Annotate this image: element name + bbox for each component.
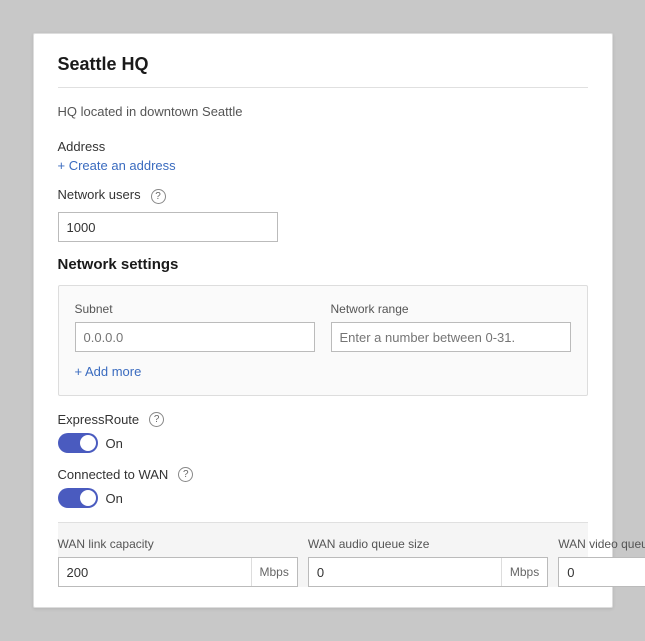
connected-to-wan-label: Connected to WAN [58,467,169,482]
network-users-help-icon[interactable]: ? [151,189,166,204]
wan-link-capacity-input-wrap: Mbps [58,557,298,587]
wan-audio-queue-unit: Mbps [501,558,547,586]
wan-link-capacity-label: WAN link capacity [58,537,308,551]
wan-audio-queue-input-wrap: Mbps [308,557,548,587]
wan-video-queue-label: WAN video queue size [558,537,645,551]
subnet-field: Subnet [75,302,315,352]
wan-link-capacity-field: WAN link capacity Mbps [58,537,308,587]
wan-fields-row: WAN link capacity Mbps WAN audio queue s… [58,537,588,587]
address-label: Address [58,139,588,154]
connected-to-wan-help-icon[interactable]: ? [178,467,193,482]
network-settings-heading: Network settings [58,256,588,273]
network-users-input[interactable] [58,212,278,242]
network-range-label: Network range [331,302,571,316]
network-range-field: Network range [331,302,571,352]
card-title: Seattle HQ [58,54,588,75]
network-users-label: Network users [58,187,141,202]
network-users-section: Network users ? [58,187,588,242]
wan-video-queue-input-wrap: Mbps [558,557,645,587]
wan-audio-queue-field: WAN audio queue size Mbps [308,537,558,587]
address-section: Address + Create an address [58,139,588,173]
add-more-link[interactable]: + Add more [75,364,142,379]
express-route-label: ExpressRoute [58,412,140,427]
title-divider [58,87,588,88]
wan-audio-queue-input[interactable] [309,558,501,586]
express-route-help-icon[interactable]: ? [149,412,164,427]
wan-video-queue-input[interactable] [559,558,645,586]
connected-to-wan-section: Connected to WAN ? On [58,467,588,508]
card-subtitle: HQ located in downtown Seattle [58,104,588,119]
create-address-link[interactable]: + Create an address [58,158,176,173]
subnet-label: Subnet [75,302,315,316]
connected-to-wan-status: On [106,491,123,506]
express-route-toggle[interactable] [58,433,98,453]
subnet-input[interactable] [75,322,315,352]
wan-audio-queue-label: WAN audio queue size [308,537,558,551]
network-settings-box: Subnet Network range + Add more [58,285,588,396]
wan-link-capacity-unit: Mbps [251,558,297,586]
connected-to-wan-toggle[interactable] [58,488,98,508]
wan-link-capacity-input[interactable] [59,558,251,586]
express-route-section: ExpressRoute ? On [58,412,588,453]
main-card: Seattle HQ HQ located in downtown Seattl… [33,33,613,608]
express-route-status: On [106,436,123,451]
wan-video-queue-field: WAN video queue size Mbps [558,537,645,587]
subnet-range-row: Subnet Network range [75,302,571,352]
network-range-input[interactable] [331,322,571,352]
wan-section: WAN link capacity Mbps WAN audio queue s… [58,522,588,587]
